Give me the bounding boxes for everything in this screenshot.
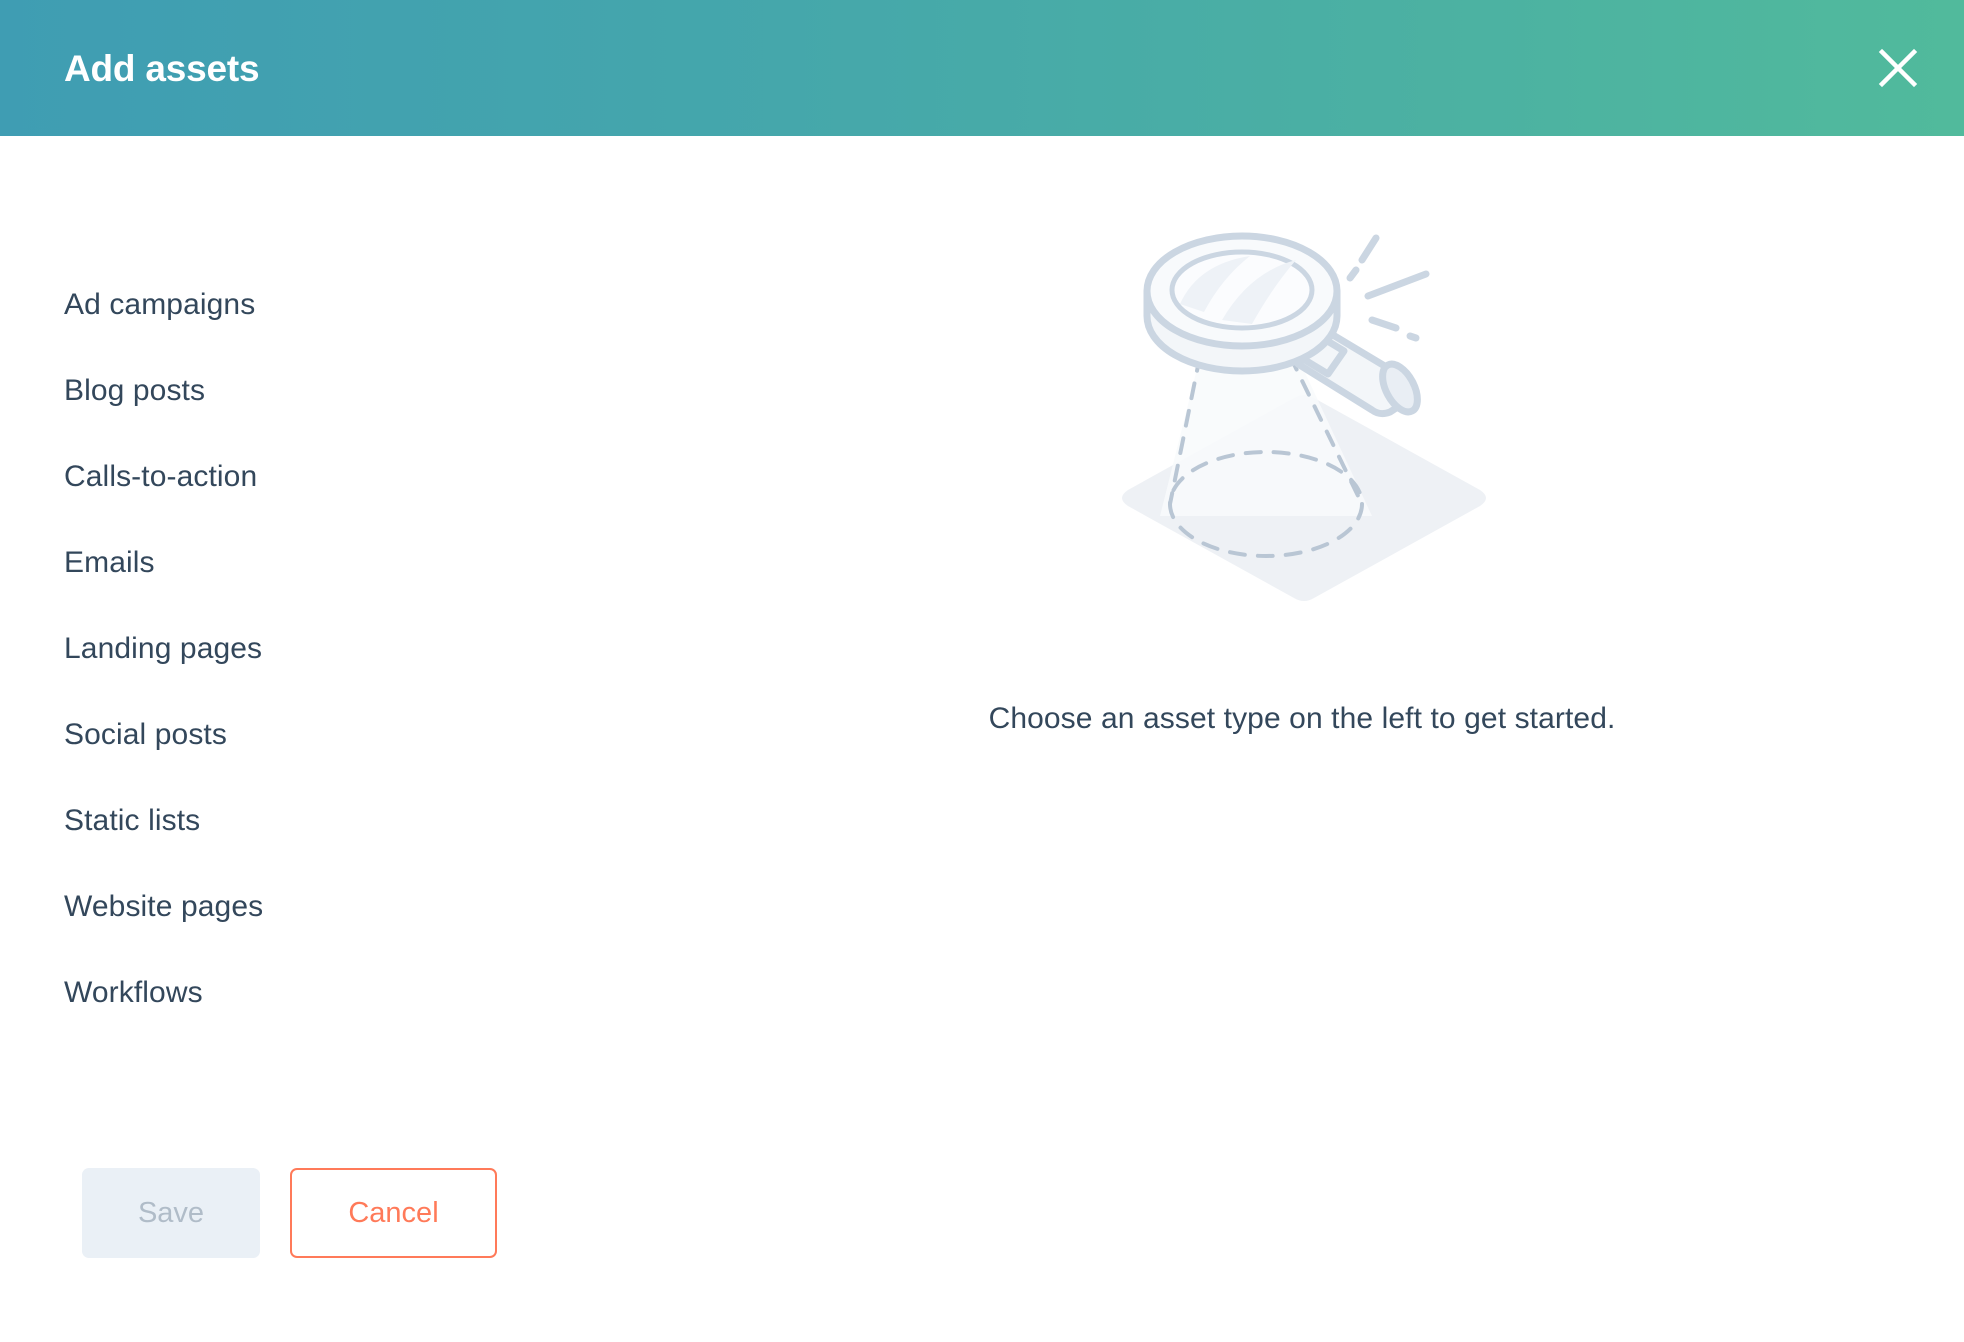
sidebar-item-website-pages[interactable]: Website pages [64, 890, 640, 924]
page-title: Add assets [64, 47, 260, 89]
modal-body: Ad campaigns Blog posts Calls-to-action … [0, 136, 1964, 1168]
close-icon [1876, 46, 1920, 90]
sidebar-item-label[interactable]: Landing pages [64, 632, 262, 666]
sidebar-item-social-posts[interactable]: Social posts [64, 718, 640, 752]
close-button[interactable] [1872, 42, 1924, 94]
asset-type-list: Ad campaigns Blog posts Calls-to-action … [0, 136, 640, 1168]
sidebar-item-calls-to-action[interactable]: Calls-to-action [64, 460, 640, 494]
sidebar-item-static-lists[interactable]: Static lists [64, 804, 640, 838]
sidebar-item-label[interactable]: Static lists [64, 804, 200, 838]
save-button[interactable]: Save [82, 1168, 260, 1258]
sidebar-item-label[interactable]: Emails [64, 546, 155, 580]
sidebar-item-label[interactable]: Ad campaigns [64, 288, 255, 322]
modal-footer: Save Cancel [0, 1168, 1964, 1342]
cancel-button[interactable]: Cancel [290, 1168, 497, 1258]
sidebar-item-label[interactable]: Calls-to-action [64, 460, 257, 494]
sidebar-item-label[interactable]: Blog posts [64, 374, 205, 408]
add-assets-modal: Add assets Ad campaigns Blog posts Calls… [0, 0, 1964, 1342]
sidebar-item-workflows[interactable]: Workflows [64, 976, 640, 1010]
modal-header: Add assets [0, 0, 1964, 136]
sidebar-item-ad-campaigns[interactable]: Ad campaigns [64, 288, 640, 322]
sidebar-item-emails[interactable]: Emails [64, 546, 640, 580]
empty-state-panel: Choose an asset type on the left to get … [640, 136, 1964, 1168]
sidebar-item-label[interactable]: Social posts [64, 718, 227, 752]
sidebar-item-label[interactable]: Website pages [64, 890, 263, 924]
empty-state-caption: Choose an asset type on the left to get … [988, 702, 1616, 735]
sidebar-item-blog-posts[interactable]: Blog posts [64, 374, 640, 408]
magnifying-glass-illustration [1072, 216, 1532, 636]
sidebar-item-landing-pages[interactable]: Landing pages [64, 632, 640, 666]
sidebar-item-label[interactable]: Workflows [64, 976, 203, 1010]
